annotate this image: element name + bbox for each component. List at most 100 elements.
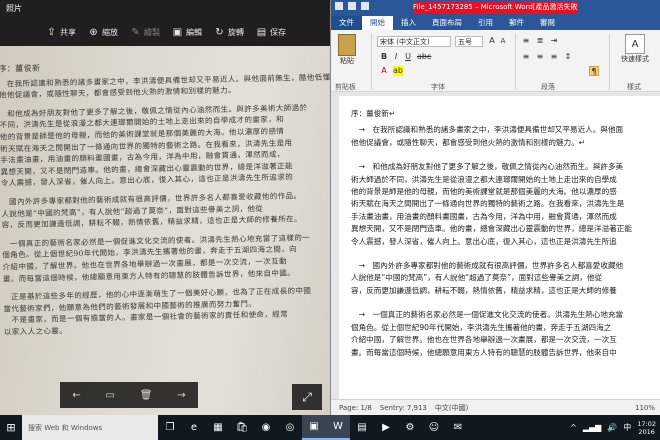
network-icon[interactable]: ▂▄▆ [583,423,601,432]
photos-window: 照片 ⇪ 共享 ⊕ 縮放 ✎ 繪製 ▣ 編輯 ↻ 旋轉 ▤ 保存 序：薑俊新 在我所認識和熟悉的諸多畫… [0,0,330,415]
calculator-icon[interactable]: ▤ [350,415,374,440]
tab-1[interactable]: 開始 [362,16,393,30]
tab-3[interactable]: 頁面布局 [424,16,470,30]
edit-icon: ▣ [172,26,183,38]
document-text-line: 人說他是“中國的梵高”，有人說他“超過了莫奈”，面對這些譽美之詞，他從 [351,273,603,283]
font-group-label: 字体 [431,83,445,91]
open-icon[interactable]: ▭ [106,390,115,401]
italic-button[interactable]: I [391,52,401,62]
document-text-line: → 在我所認識和熟悉的諸多畫家之中，李洪濤便具備世却又平易近人。與他面 [351,125,624,135]
document-text-line: → 一個真正的藝術名家必然是一個促進文化交流的使者。洪濤先生熱心地充當 [351,310,624,320]
document-text-line: 畫。而每當這個時候，他總願意用東方人特有的聰慧的肢體告訴世界，他來自中 [351,347,617,357]
font-name-select[interactable]: 宋体 (中文正文) [377,36,451,47]
language-indicator[interactable]: 中文(中國) [435,403,468,413]
draw-button[interactable]: ✎ 繪製 [130,27,160,38]
tab-4[interactable]: 引用 [470,16,501,30]
people-icon[interactable]: ☺ [422,415,446,440]
edit-button[interactable]: ▣ 編輯 [172,27,202,38]
photographed-page: 序：薑俊新 在我所認識和熟悉的諸多畫家之中，李洪濤便具備世却又平易近人。與他面前… [0,46,330,415]
mail-icon[interactable]: ✉ [446,415,470,440]
share-button[interactable]: ⇪ 共享 [46,27,76,38]
paragraph-group-label: 段落 [541,83,555,91]
strikethrough-icon[interactable]: abc [417,52,431,62]
ribbon: 粘貼 剪貼板 宋体 (中文正文) 五号 A A B I U abc A ab 字… [331,30,660,92]
file-explorer-icon[interactable]: ▦ [206,415,230,440]
underline-button[interactable]: U [403,52,413,62]
photo-viewer[interactable]: 序：薑俊新 在我所認識和熟悉的諸多畫家之中，李洪濤便具備世却又平易近人。與他面前… [0,46,330,415]
photos-icon[interactable]: ▣ [302,415,326,440]
word-count[interactable]: Sentry: 7,913 [380,404,427,412]
app-title: 照片 [6,4,22,13]
task-view-icon[interactable]: ❐ [158,415,182,440]
word-title-bar: File_1457173285 – Microsoft Word[產品激活失敗] [331,0,660,16]
grow-font-icon[interactable]: A [487,36,497,46]
document-page[interactable]: 序：薑俊新↵ → 在我所認識和熟悉的諸多畫家之中，李洪濤便具備世却又平易近人。與… [339,96,660,399]
volume-icon[interactable]: 🔊 [607,423,617,432]
clock[interactable]: 17:02 2016 [637,420,656,436]
divider [609,34,610,90]
undo-icon[interactable] [348,2,356,10]
windows-start-icon[interactable]: ⊞ [0,415,22,440]
tab-2[interactable]: 插入 [393,16,424,30]
delete-icon[interactable]: 🗑 [140,390,153,401]
save-icon: ▤ [256,26,267,38]
toolbar-label: 縮放 [102,27,118,37]
ribbon-tabs: 文件 開始 插入 頁面布局 引用 郵件 審閱 [331,16,660,30]
redo-icon[interactable] [361,2,369,10]
toolbar-label: 保存 [270,27,286,37]
document-text-line: → 國內外許多專家都對他的藝術成就有很高評價，世界許多名人都喜愛收藏他 [351,261,624,271]
store-icon[interactable]: 🛍 [230,415,254,440]
quick-styles-button[interactable]: A 快速樣式 [615,34,655,64]
previous-icon[interactable]: ← [72,390,80,401]
shrink-font-icon[interactable]: A [498,36,508,46]
document-text-line: → 和他成為好朋友對他了更多了解之後，敬佩之情從內心油然而生。與許多美 [351,162,624,172]
bold-button[interactable]: B [379,52,389,62]
tab-5[interactable]: 郵件 [501,16,532,30]
align-center-icon[interactable]: ≡ [535,52,545,62]
settings-icon[interactable]: ⚙ [398,415,422,440]
save-icon[interactable] [335,2,343,10]
window-title: File_1457173285 – Microsoft Word[產品激活失敗] [413,1,578,14]
tray-overflow-icon[interactable]: ^ [570,423,577,432]
system-tray: ^ ▂▄▆ 🔊 中 17:02 2016 [570,415,660,440]
line-spacing-icon[interactable]: ↕ [563,52,573,62]
document-text-line: 介紹中國，了解世界。他也在世界各地舉辦過一次畫展，都是一次交流，一次互 [351,335,617,345]
photos-title-bar: 照片 [0,0,330,18]
page-indicator[interactable]: Page: 1/8 [339,404,372,412]
paste-button[interactable]: 粘貼 [335,34,359,66]
rotate-button[interactable]: ↻ 旋轉 [214,27,244,38]
next-icon[interactable]: → [177,390,185,401]
divider [515,34,516,90]
quick-access-toolbar [335,2,369,10]
draw-icon: ✎ [131,26,140,38]
paste-icon [338,34,356,56]
tab-6[interactable]: 審閱 [532,16,563,30]
document-text-line: 個角色。從上個世紀90年代開始，李洪濤先生攜著他的畫，奔走于五湖四海之 [351,322,612,332]
save-button[interactable]: ▤ 保存 [256,27,286,38]
bullets-icon[interactable]: ≡ [521,36,531,46]
highlight-icon[interactable]: ab [393,66,403,76]
indent-icon[interactable]: ⇥ [549,36,559,46]
word-icon[interactable]: W [326,415,350,440]
zoom-level[interactable]: 110% [635,404,655,412]
word-window: File_1457173285 – Microsoft Word[產品激活失敗]… [330,0,660,415]
align-right-icon[interactable]: ≡ [549,52,559,62]
media-icon[interactable]: ▶ [374,415,398,440]
tab-0[interactable]: 文件 [331,16,362,30]
zoom-button[interactable]: ⊕ 縮放 [88,27,118,38]
qq-icon[interactable]: ◎ [278,415,302,440]
ime-indicator[interactable]: 中 [623,422,631,433]
photo-navigation-bar: ← ▭ 🗑 → [60,382,198,408]
align-left-icon[interactable]: ≡ [521,52,531,62]
show-marks-icon[interactable]: ¶ [589,66,599,76]
font-size-select[interactable]: 五号 [455,36,483,47]
expand-icon[interactable]: ⤢ [292,384,322,410]
taskbar: ⊞ 搜索 Web 和 Windows ❐ e ▦ 🛍 ◉ ◎ ▣ W ▤ ▶ ⚙ ☺ ✉ ^ ▂▄▆ 🔊… [0,415,660,440]
font-color-icon[interactable]: A [379,66,389,76]
document-text-line: 異想天開，又不是閉門造車。他的畫，總會深藏出心靈震動的世界，總是洋溢著正能 [351,224,632,234]
numbering-icon[interactable]: ≣ [535,36,545,46]
search-box[interactable]: 搜索 Web 和 Windows [22,415,158,440]
chrome-icon[interactable]: ◉ [254,415,278,440]
styles-group-label: 樣式 [627,83,641,91]
edge-icon[interactable]: e [182,415,206,440]
